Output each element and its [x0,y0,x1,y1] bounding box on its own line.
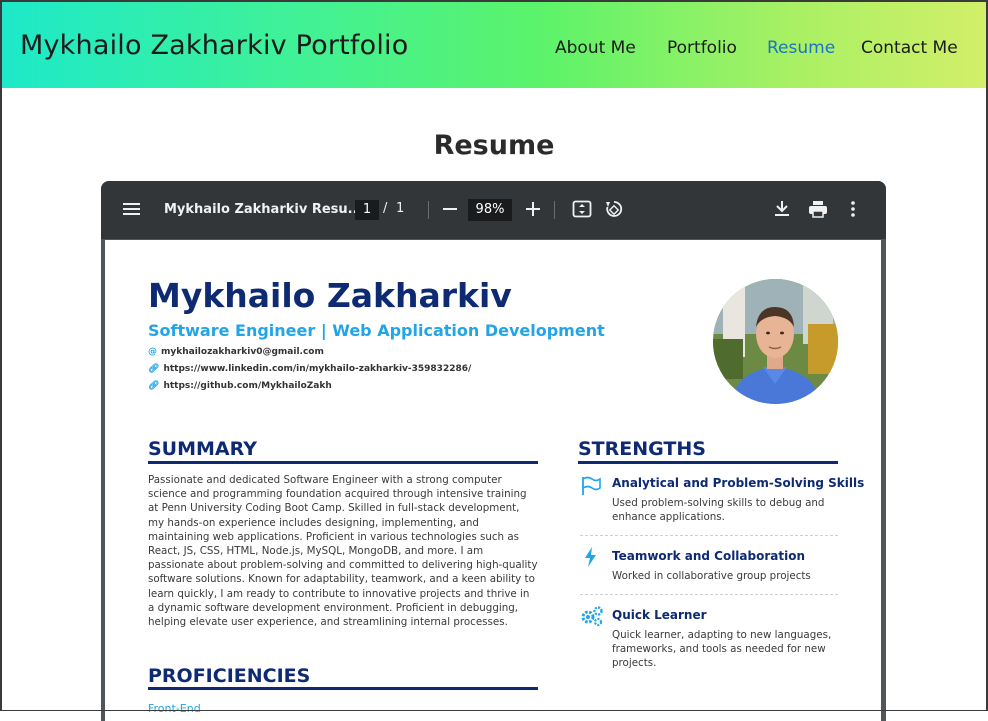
more-options-icon[interactable] [850,200,856,222]
link-icon: 🔗︎ [148,364,160,374]
at-icon: @ [148,347,157,357]
pdf-viewer: Mykhailo Zakharkiv Resu... 1 / 1 98% Myk… [101,181,886,721]
nav-contact-me[interactable]: Contact Me [861,38,958,58]
page-total: 1 [396,201,405,216]
strengths-heading: STRENGTHS [578,438,706,460]
nav-portfolio[interactable]: Portfolio [667,38,737,58]
summary-text: Passionate and dedicated Software Engine… [148,474,538,629]
flag-icon [580,475,602,497]
print-icon[interactable] [808,200,828,222]
strength-title-3: Quick Learner [612,608,707,622]
contact-linkedin[interactable]: 🔗︎ https://www.linkedin.com/in/mykhailo-z… [148,364,471,374]
pdf-toolbar: Mykhailo Zakharkiv Resu... 1 / 1 98% [101,181,886,239]
strength-desc-3: Quick learner, adapting to new languages… [612,629,832,670]
document-title: Mykhailo Zakharkiv Resu... [164,202,363,217]
strength-desc-2: Worked in collaborative group projects [612,570,811,582]
strength-title-1: Analytical and Problem-Solving Skills [612,476,865,490]
download-icon[interactable] [774,200,790,222]
zoom-level-input[interactable]: 98% [468,199,512,221]
site-header: Mykhailo Zakharkiv Portfolio About Me Po… [0,0,988,88]
bolt-icon [580,546,602,568]
contact-github[interactable]: 🔗︎ https://github.com/MykhailoZakh [148,381,332,391]
summary-heading: SUMMARY [148,438,257,460]
menu-icon[interactable] [123,201,141,221]
pdf-page: Mykhailo Zakharkiv Software Engineer | W… [105,240,881,721]
nav-resume[interactable]: Resume [767,38,835,58]
strength-desc-1: Used problem-solving skills to debug and… [612,497,825,524]
resume-name: Mykhailo Zakharkiv [148,276,512,315]
page-title: Resume [433,130,555,161]
brand-title[interactable]: Mykhailo Zakharkiv Portfolio [20,30,408,61]
nav-about-me[interactable]: About Me [555,38,636,58]
link-icon: 🔗︎ [148,381,160,391]
resume-role: Software Engineer | Web Application Deve… [148,321,605,340]
gears-icon [580,605,603,627]
zoom-in-icon[interactable] [525,201,541,221]
contact-email[interactable]: @ mykhailozakharkiv0@gmail.com [148,347,324,357]
page-separator: / [383,201,388,216]
rotate-icon[interactable] [604,199,624,223]
proficiencies-frontend-label: Front-End [148,702,201,715]
strength-title-2: Teamwork and Collaboration [612,549,806,563]
zoom-out-icon[interactable] [442,201,458,221]
page-number-input[interactable]: 1 [355,200,379,220]
proficiencies-heading: PROFICIENCIES [148,665,311,687]
fit-page-icon[interactable] [572,200,592,222]
profile-photo [713,279,838,404]
